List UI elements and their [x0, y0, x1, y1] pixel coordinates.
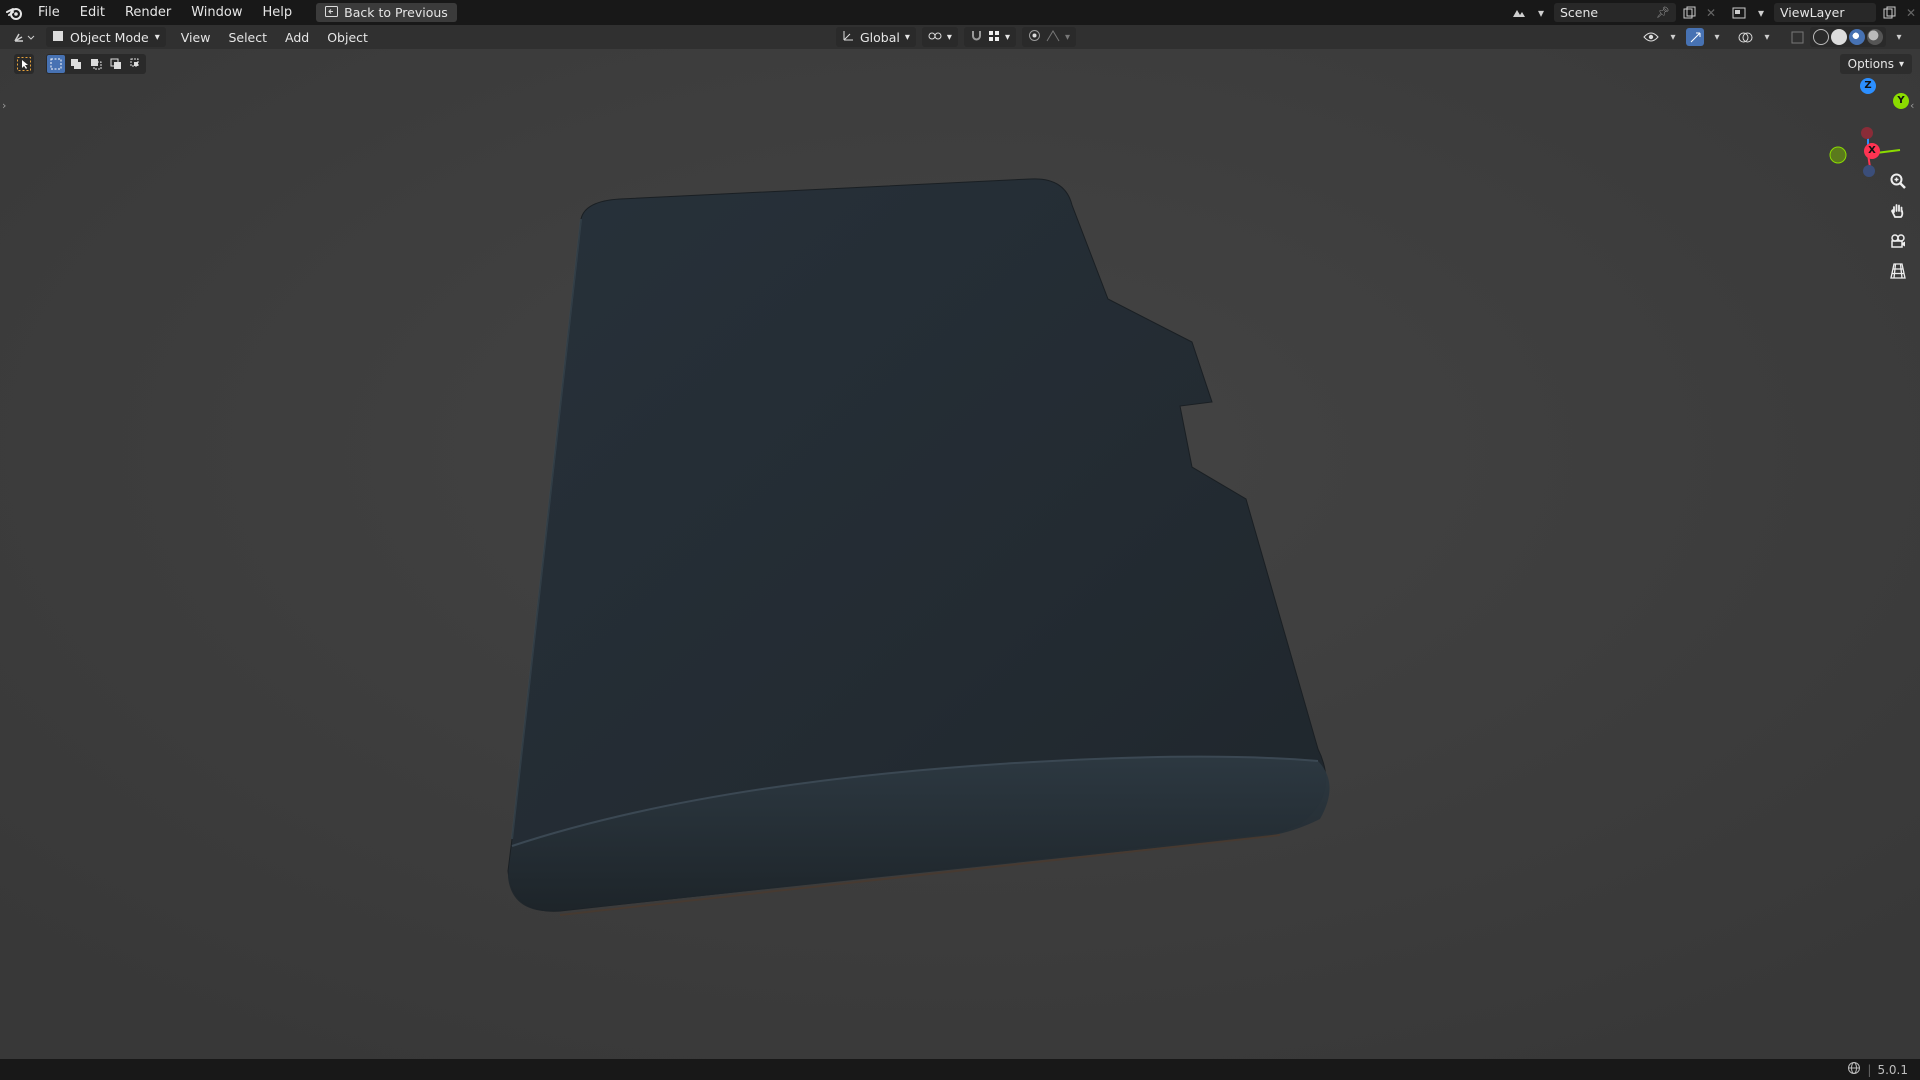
scene-name-label: Scene: [1560, 5, 1599, 20]
version-label: 5.0.1: [1877, 1062, 1908, 1077]
new-scene-icon[interactable]: [1680, 4, 1698, 22]
chevron-down-icon: ▾: [1004, 31, 1010, 43]
select-invert-mode-icon[interactable]: [107, 55, 125, 73]
proportional-editing-controls[interactable]: ▾: [1021, 27, 1076, 47]
snapping-controls[interactable]: ▾: [963, 27, 1016, 47]
perspective-grid-icon[interactable]: [1884, 257, 1912, 285]
chevron-down-icon[interactable]: ▾: [1664, 28, 1682, 46]
viewport-header: Object Mode ▾ View Select Add Object Glo…: [0, 25, 1920, 49]
orientation-axes-icon: [842, 29, 855, 45]
gizmo-toggle-icon[interactable]: [1686, 28, 1704, 46]
object-mode-dropdown[interactable]: Object Mode ▾: [46, 27, 166, 47]
sidebar-toggle-arrow-icon[interactable]: ‹: [1910, 99, 1914, 112]
menu-view[interactable]: View: [172, 30, 220, 45]
back-to-previous-button[interactable]: Back to Previous: [316, 3, 457, 22]
orientation-label: Global: [860, 29, 900, 45]
selection-mode-group: [46, 54, 146, 74]
chevron-down-icon: ▾: [904, 31, 910, 43]
snap-magnet-icon[interactable]: [970, 29, 983, 45]
rendered-shading-icon[interactable]: [1867, 29, 1883, 45]
wireframe-shading-icon[interactable]: [1813, 29, 1829, 45]
back-screen-icon: [325, 5, 339, 20]
chevron-down-icon: ▾: [1064, 31, 1070, 43]
chevron-down-icon[interactable]: ▾: [1752, 4, 1770, 22]
tool-settings-row: [14, 54, 146, 74]
falloff-curve-icon[interactable]: [1046, 29, 1060, 45]
toolbar-toggle-arrow-icon[interactable]: ›: [2, 99, 6, 112]
menu-edit[interactable]: Edit: [70, 0, 115, 25]
proportional-edit-icon[interactable]: [1028, 29, 1041, 45]
gizmo-neg-x-handle: [1861, 127, 1873, 139]
visibility-eye-icon[interactable]: [1642, 28, 1660, 46]
status-divider: |: [1867, 1062, 1872, 1077]
select-intersect-mode-icon[interactable]: [127, 55, 145, 73]
pan-hand-icon[interactable]: [1884, 197, 1912, 225]
object-mode-icon: [52, 30, 64, 45]
back-to-previous-label: Back to Previous: [344, 5, 448, 20]
viewport-display-controls: ▾ ▾ ▾ ▾: [1642, 27, 1908, 47]
overlays-icon[interactable]: [1736, 28, 1754, 46]
status-bar: | 5.0.1: [0, 1059, 1920, 1080]
gizmo-x-label: X: [1868, 145, 1876, 156]
viewport-canvas[interactable]: [0, 49, 1920, 1059]
gizmo-y-axis[interactable]: Y: [1893, 93, 1909, 109]
options-label: Options: [1847, 57, 1894, 71]
3d-viewport[interactable]: Z Y X › ‹: [0, 49, 1920, 1059]
chevron-down-icon: ▾: [946, 31, 952, 43]
scene-selector-icon[interactable]: [1510, 4, 1528, 22]
menu-select[interactable]: Select: [219, 30, 276, 45]
scene-name-field[interactable]: Scene 📌︎: [1554, 3, 1676, 22]
network-globe-icon[interactable]: [1847, 1061, 1861, 1078]
chevron-down-icon[interactable]: ▾: [1708, 28, 1726, 46]
chevron-down-icon[interactable]: ▾: [1758, 28, 1776, 46]
select-tool-button[interactable]: [14, 54, 34, 74]
select-extend-mode-icon[interactable]: [67, 55, 85, 73]
editor-type-icon: [14, 33, 35, 42]
chevron-down-icon[interactable]: ▾: [1890, 28, 1908, 46]
select-new-mode-icon[interactable]: [47, 55, 65, 73]
camera-icon[interactable]: [1884, 227, 1912, 255]
chevron-down-icon: ▾: [154, 31, 160, 43]
chevron-down-icon: ▾: [1898, 58, 1904, 70]
pivot-link-icon: [928, 30, 942, 45]
blender-logo-icon[interactable]: [0, 0, 28, 25]
close-view-layer-icon[interactable]: ✕: [1902, 4, 1920, 22]
zoom-icon[interactable]: [1884, 167, 1912, 195]
menu-window[interactable]: Window: [181, 0, 252, 25]
cursor-arrow-icon: [17, 57, 31, 71]
menu-help[interactable]: Help: [253, 0, 303, 25]
pivot-point-dropdown[interactable]: ▾: [921, 27, 958, 47]
menu-object[interactable]: Object: [318, 30, 377, 45]
editor-type-selector[interactable]: [6, 26, 42, 48]
gizmo-x-axis[interactable]: X: [1864, 143, 1880, 159]
view-layer-icon[interactable]: [1730, 4, 1748, 22]
topbar-right-controls: ▾ Scene 📌︎ ✕ ▾ ViewLayer ✕: [1510, 0, 1920, 25]
gizmo-z-label: Z: [1864, 80, 1872, 91]
xray-toggle-icon[interactable]: [1788, 28, 1806, 46]
solid-shading-icon[interactable]: [1831, 29, 1847, 45]
view-layer-label: ViewLayer: [1780, 5, 1845, 20]
new-view-layer-icon[interactable]: [1880, 4, 1898, 22]
menu-add[interactable]: Add: [276, 30, 318, 45]
menu-render[interactable]: Render: [115, 0, 181, 25]
material-preview-shading-icon[interactable]: [1849, 29, 1865, 45]
close-scene-icon[interactable]: ✕: [1702, 4, 1720, 22]
gizmo-neg-z-handle: [1863, 165, 1875, 177]
view-layer-field[interactable]: ViewLayer: [1774, 3, 1876, 22]
chevron-down-icon[interactable]: ▾: [1532, 4, 1550, 22]
top-menu-bar: File Edit Render Window Help Back to Pre…: [0, 0, 1920, 25]
select-subtract-mode-icon[interactable]: [87, 55, 105, 73]
options-dropdown[interactable]: Options ▾: [1839, 54, 1912, 74]
gizmo-y-label: Y: [1897, 95, 1905, 106]
transform-orientation-dropdown[interactable]: Global ▾: [836, 27, 916, 47]
menu-file[interactable]: File: [28, 0, 70, 25]
shading-mode-group: [1810, 27, 1886, 47]
transform-tools: Global ▾ ▾ ▾ ▾: [836, 27, 1076, 47]
object-mode-label: Object Mode: [70, 29, 149, 45]
gizmo-z-axis[interactable]: Z: [1860, 78, 1876, 94]
gizmo-neg-y-handle: [1829, 146, 1847, 164]
snap-grid-icon[interactable]: [988, 30, 1000, 45]
pin-icon[interactable]: 📌︎: [1656, 6, 1670, 19]
